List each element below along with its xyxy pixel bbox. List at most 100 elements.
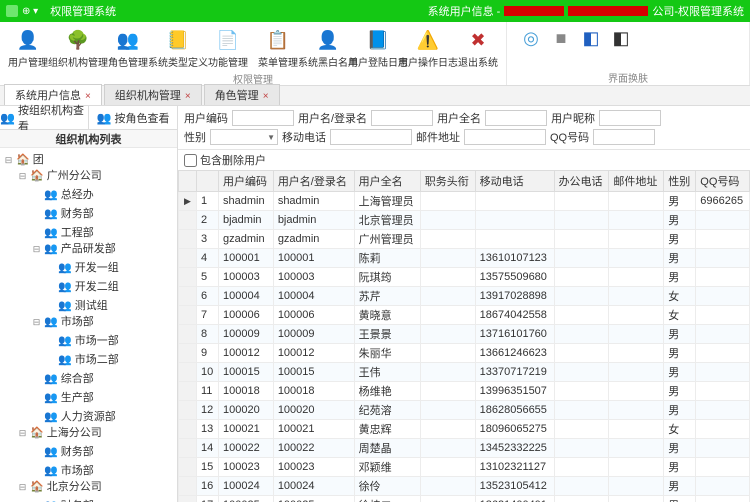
col-0[interactable] bbox=[197, 171, 219, 192]
tree-node[interactable]: 👥人力资源部 bbox=[32, 409, 116, 425]
skin-icon-2[interactable]: ■ bbox=[549, 26, 573, 50]
tree-node[interactable]: 👥测试组 bbox=[46, 298, 108, 314]
col-4[interactable]: 职务头衔 bbox=[420, 171, 475, 192]
table-row[interactable]: 14100022100022周楚晶13452332225男 bbox=[179, 439, 750, 458]
table-row[interactable]: 9100012100012朱丽华13661246623男 bbox=[179, 344, 750, 363]
tree-node[interactable]: 👥市场二部 bbox=[46, 352, 119, 368]
tree-node[interactable]: 👥开发二组 bbox=[46, 279, 119, 295]
tab-close-icon[interactable]: × bbox=[85, 91, 91, 102]
table-row[interactable]: 2bjadminbjadmin北京管理员男 bbox=[179, 211, 750, 230]
skin-icon-4[interactable]: ◧ bbox=[609, 26, 633, 50]
rbtn-systype[interactable]: 📒系统类型定义 bbox=[154, 26, 202, 71]
role-icon: 👥 bbox=[116, 28, 140, 52]
table-row[interactable]: 6100004100004苏芹13917028898女 bbox=[179, 287, 750, 306]
expand-icon[interactable]: ⊟ bbox=[18, 168, 27, 184]
col-2[interactable]: 用户名/登录名 bbox=[273, 171, 354, 192]
table-row[interactable]: ▶1shadminshadmin上海管理员男6966265 bbox=[179, 192, 750, 211]
table-row[interactable]: 5100003100003阮琪筠13575509680男 bbox=[179, 268, 750, 287]
col-6[interactable]: 办公电话 bbox=[554, 171, 609, 192]
tree-node[interactable]: 👥市场部 bbox=[32, 463, 94, 479]
input-mobile[interactable] bbox=[330, 129, 412, 145]
rbtn-bwlist[interactable]: 👤系统黑白名单 bbox=[304, 26, 352, 71]
tree-node[interactable]: 👥财务部 bbox=[32, 206, 94, 222]
tab-2[interactable]: 角色管理× bbox=[204, 84, 280, 105]
table-row[interactable]: 17100025100025徐炜二18621400401男 bbox=[179, 496, 750, 502]
rbtn-org-mgmt[interactable]: 🌳组织机构管理 bbox=[54, 26, 102, 71]
expand-icon[interactable]: ⊟ bbox=[32, 241, 41, 257]
cell bbox=[420, 192, 475, 211]
tree-node[interactable]: ⊟🏠北京分公司 bbox=[18, 479, 102, 495]
list-icon: 📋 bbox=[266, 28, 290, 52]
rbtn-op-log[interactable]: ⚠️用户操作日志 bbox=[404, 26, 452, 71]
skin-icon-1[interactable]: ◎ bbox=[519, 26, 543, 50]
tree-node[interactable]: ⊟👥市场部 bbox=[32, 314, 94, 330]
expand-icon[interactable]: ⊟ bbox=[18, 425, 27, 441]
expand-icon[interactable]: ⊟ bbox=[32, 314, 41, 330]
tree-icon: 👥 bbox=[58, 352, 72, 368]
col-7[interactable]: 邮件地址 bbox=[609, 171, 664, 192]
tab-close-icon[interactable]: × bbox=[263, 91, 269, 102]
table-row[interactable]: 3gzadmingzadmin广州管理员男 bbox=[179, 230, 750, 249]
tree-node[interactable]: 👥财务部 bbox=[32, 498, 94, 502]
table-row[interactable]: 15100023100023邓颖维13102321127男 bbox=[179, 458, 750, 477]
rbtn-exit[interactable]: ✖退出系统 bbox=[454, 26, 502, 71]
tree-node[interactable]: 👥开发一组 bbox=[46, 260, 119, 276]
cell: 100015 bbox=[273, 363, 354, 382]
table-row[interactable]: 16100024100024徐伶13523105412男 bbox=[179, 477, 750, 496]
tree-node[interactable]: ⊟🏠团 bbox=[4, 152, 44, 168]
table-row[interactable]: 8100009100009王景景13716101760男 bbox=[179, 325, 750, 344]
tree-node[interactable]: 👥生产部 bbox=[32, 390, 94, 406]
input-email[interactable] bbox=[464, 129, 546, 145]
table-row[interactable]: 4100001100001陈莉13610107123男 bbox=[179, 249, 750, 268]
tab-1[interactable]: 组织机构管理× bbox=[104, 84, 202, 105]
title-center-prefix: 系统用户信息 - bbox=[428, 3, 501, 19]
table-row[interactable]: 7100006100006黄晓意18674042558女 bbox=[179, 306, 750, 325]
col-9[interactable]: QQ号码 bbox=[696, 171, 750, 192]
user-grid[interactable]: 用户编码用户名/登录名用户全名职务头衔移动电话办公电话邮件地址性别QQ号码 ▶1… bbox=[178, 170, 750, 502]
tab-close-icon[interactable]: × bbox=[185, 91, 191, 102]
cell bbox=[554, 439, 609, 458]
select-gender[interactable]: ▼ bbox=[210, 129, 278, 145]
skin-icon-3[interactable]: ◧ bbox=[579, 26, 603, 50]
tree-node[interactable]: 👥综合部 bbox=[32, 371, 94, 387]
rbtn-login-log[interactable]: 📘用户登陆日志 bbox=[354, 26, 402, 71]
tree-icon: 👥 bbox=[44, 498, 58, 502]
btn-view-by-org[interactable]: 👥按组织机构查看 bbox=[0, 106, 89, 129]
col-5[interactable]: 移动电话 bbox=[475, 171, 554, 192]
input-fullname[interactable] bbox=[485, 110, 547, 126]
input-code[interactable] bbox=[232, 110, 294, 126]
org-tree[interactable]: ⊟🏠团⊟🏠广州分公司 👥总经办 👥财务部 👥工程部⊟👥产品研发部 👥开发一组 👥开发二组 👥… bbox=[0, 148, 177, 502]
expand-icon[interactable]: ⊟ bbox=[18, 479, 27, 495]
tree-node[interactable]: 👥工程部 bbox=[32, 225, 94, 241]
table-row[interactable]: 11100018100018杨维艳13996351507男 bbox=[179, 382, 750, 401]
expand-icon[interactable]: ⊟ bbox=[4, 152, 13, 168]
col-8[interactable]: 性别 bbox=[664, 171, 696, 192]
grid-wrap[interactable]: 用户编码用户名/登录名用户全名职务头衔移动电话办公电话邮件地址性别QQ号码 ▶1… bbox=[178, 170, 750, 502]
chk-include-deleted-wrap[interactable]: 包含删除用户 bbox=[178, 150, 750, 170]
input-qq[interactable] bbox=[593, 129, 655, 145]
col-3[interactable]: 用户全名 bbox=[354, 171, 420, 192]
tree-node[interactable]: 👥财务部 bbox=[32, 444, 94, 460]
tree-node[interactable]: ⊟👥产品研发部 bbox=[32, 241, 116, 257]
btn-view-by-role[interactable]: 👥按角色查看 bbox=[89, 106, 177, 129]
cell: 黄晓意 bbox=[354, 306, 420, 325]
table-row[interactable]: 10100015100015王伟13370717219男 bbox=[179, 363, 750, 382]
input-login[interactable] bbox=[371, 110, 433, 126]
rbtn-menu-mgmt[interactable]: 📋菜单管理 bbox=[254, 26, 302, 71]
rbtn-role-mgmt[interactable]: 👥角色管理 bbox=[104, 26, 152, 71]
col-1[interactable]: 用户编码 bbox=[218, 171, 273, 192]
rbtn-func-mgmt[interactable]: 📄功能管理 bbox=[204, 26, 252, 71]
table-row[interactable]: 12100020100020纪苑溶18628056655男 bbox=[179, 401, 750, 420]
chk-include-deleted[interactable] bbox=[184, 154, 197, 167]
table-row[interactable]: 13100021100021黄忠辉18096065275女 bbox=[179, 420, 750, 439]
tree-node[interactable]: ⊟🏠上海分公司 bbox=[18, 425, 102, 441]
cell: 13452332225 bbox=[475, 439, 554, 458]
quick-access-dd[interactable]: ⊕ ▾ bbox=[22, 6, 38, 17]
tree-node[interactable]: 👥总经办 bbox=[32, 187, 94, 203]
tree-node[interactable]: ⊟🏠广州分公司 bbox=[18, 168, 102, 184]
tree-icon: 👥 bbox=[44, 187, 58, 203]
input-nick[interactable] bbox=[599, 110, 661, 126]
cell: 15 bbox=[197, 458, 219, 477]
tree-node[interactable]: 👥市场一部 bbox=[46, 333, 119, 349]
rbtn-user-mgmt[interactable]: 👤用户管理 bbox=[4, 26, 52, 71]
